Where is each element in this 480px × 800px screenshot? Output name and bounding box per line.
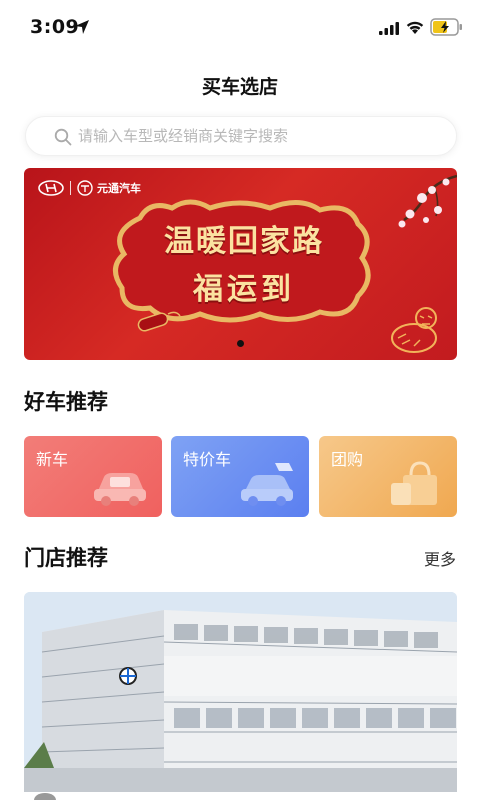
page-title: 买车选店 [201,76,278,98]
banner-headline: 温暖回家路 [164,224,324,259]
car-icon [94,473,146,506]
brand-text: 元通汽车 [97,182,141,195]
category-card-label: 团购 [331,450,364,469]
category-card-group-buy[interactable]: 团购 [319,436,457,517]
promo-banner[interactable]: 元通汽车 温暖回家路 福运到 [24,168,457,360]
hyundai-logo-icon [38,180,64,196]
store-building-image [24,592,457,792]
section-title-recommend-stores: 门店推荐 [24,546,108,570]
yuantong-logo-icon [77,180,93,196]
shopping-bag-icon [391,461,437,505]
section-title-recommend-cars: 好车推荐 [24,390,108,414]
store-info-peek [24,793,457,800]
cellular-signal-icon [379,22,399,35]
category-card-new-car[interactable]: 新车 [24,436,162,517]
category-card-sale-car[interactable]: 特价车 [171,436,309,517]
sale-car-icon [241,463,293,506]
search-input[interactable] [78,117,438,155]
category-card-label: 新车 [36,450,69,469]
wifi-icon [406,21,424,34]
status-bar: 3:09 [0,0,480,56]
carousel-dot-active[interactable] [237,340,244,347]
store-photo[interactable] [24,592,457,792]
brand-divider [70,181,71,195]
brand-logos: 元通汽车 [38,178,141,198]
category-cards: 新车 特价车 团购 [24,436,457,517]
location-arrow-icon [75,20,89,34]
battery-charging-icon [430,18,462,36]
carousel-indicator[interactable] [24,340,457,347]
search-icon [54,128,72,146]
banner-subheadline: 福运到 [193,272,295,307]
firecracker-icon [137,311,181,332]
status-time: 3:09 [30,16,80,38]
plum-blossom-icon [398,174,457,228]
store-logo-icon [34,793,56,800]
tiger-illustration-icon [391,307,437,353]
search-bar[interactable] [25,116,457,156]
category-card-label: 特价车 [183,450,232,469]
more-stores-link[interactable]: 更多 [424,546,456,570]
